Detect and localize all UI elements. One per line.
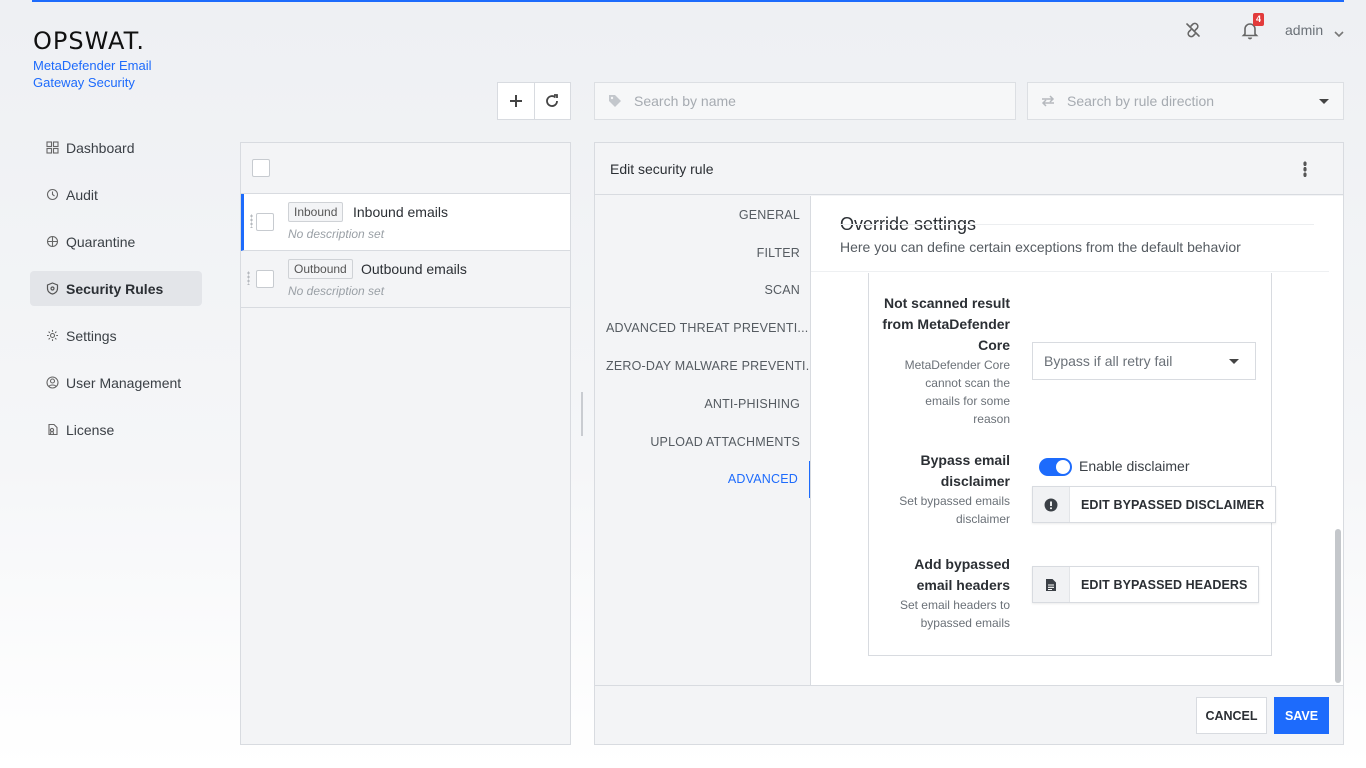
divider bbox=[840, 224, 1314, 225]
rule-direction-tag: Inbound bbox=[288, 202, 344, 222]
editor-tabs: GENERAL FILTER SCAN ADVANCED THREAT PREV… bbox=[595, 196, 811, 685]
tab-advanced[interactable]: ADVANCED bbox=[595, 460, 811, 499]
bypass-disclaimer-description: Set bypassed emails disclaimer bbox=[899, 494, 1010, 526]
not-scanned-description: MetaDefender Core cannot scan the emails… bbox=[904, 358, 1010, 426]
tab-filter[interactable]: FILTER bbox=[595, 234, 811, 272]
edit-bypassed-disclaimer-button[interactable]: EDIT BYPASSED DISCLAIMER bbox=[1032, 486, 1277, 523]
rule-direction-tag: Outbound bbox=[288, 259, 353, 279]
tab-anti-phishing[interactable]: ANTI-PHISHING bbox=[595, 385, 811, 423]
not-scanned-label: Not scanned result from MetaDefender Cor… bbox=[882, 295, 1010, 353]
gear-icon bbox=[46, 329, 59, 342]
drag-handle-icon[interactable] bbox=[247, 271, 250, 285]
license-icon bbox=[46, 423, 59, 436]
section-header: Override settings Here you can define ce… bbox=[811, 196, 1329, 272]
top-accent-line bbox=[32, 0, 1344, 2]
quarantine-icon bbox=[46, 235, 59, 248]
sidebar-item-label: License bbox=[66, 421, 115, 438]
edit-bypassed-headers-button[interactable]: EDIT BYPASSED HEADERS bbox=[1032, 566, 1260, 603]
sidebar-item-label: User Management bbox=[66, 374, 182, 391]
tab-upload-attachments[interactable]: UPLOAD ATTACHMENTS bbox=[595, 423, 811, 461]
sidebar-item-security-rules[interactable]: Security Rules bbox=[30, 271, 202, 306]
scrollbar-thumb[interactable] bbox=[1335, 529, 1341, 683]
rule-name: Outbound emails bbox=[361, 261, 467, 277]
search-by-name bbox=[594, 82, 1016, 120]
shield-icon bbox=[46, 282, 59, 295]
sidebar-item-settings[interactable]: Settings bbox=[30, 318, 202, 353]
sidebar-item-label: Security Rules bbox=[66, 280, 164, 297]
tab-content: Override settings Here you can define ce… bbox=[810, 196, 1343, 685]
dashboard-icon bbox=[46, 141, 59, 154]
enable-disclaimer-toggle[interactable] bbox=[1039, 458, 1072, 476]
audit-icon bbox=[46, 188, 59, 201]
rule-row-outbound[interactable]: Outbound Outbound emails No description … bbox=[241, 251, 570, 308]
panel-resize-handle[interactable] bbox=[581, 392, 583, 436]
sidebar-item-label: Settings bbox=[66, 327, 117, 344]
bypass-headers-label: Add bypassed email headers bbox=[914, 556, 1010, 593]
editor-footer: CANCEL SAVE bbox=[595, 685, 1343, 744]
sidebar-item-quarantine[interactable]: Quarantine bbox=[30, 224, 202, 259]
dropdown-caret-icon bbox=[1229, 359, 1239, 364]
cancel-button[interactable]: CANCEL bbox=[1196, 697, 1267, 734]
sidebar-item-label: Audit bbox=[66, 186, 98, 203]
select-value: Bypass if all retry fail bbox=[1044, 353, 1173, 369]
chevron-down-icon[interactable] bbox=[1334, 25, 1344, 43]
not-scanned-result-select[interactable]: Bypass if all retry fail bbox=[1032, 342, 1256, 380]
product-name: MetaDefender Email Gateway Security bbox=[33, 58, 152, 90]
bypass-disclaimer-label: Bypass email disclaimer bbox=[920, 452, 1011, 489]
select-all-checkbox[interactable] bbox=[252, 159, 270, 177]
tag-icon bbox=[609, 95, 621, 107]
tab-scan[interactable]: SCAN bbox=[595, 272, 811, 310]
swap-arrows-icon bbox=[1041, 95, 1055, 107]
tab-advanced-threat-prevention[interactable]: ADVANCED THREAT PREVENTI... bbox=[595, 309, 811, 347]
search-by-direction[interactable] bbox=[1027, 82, 1344, 120]
button-label: EDIT BYPASSED HEADERS bbox=[1081, 577, 1248, 592]
user-menu-name[interactable]: admin bbox=[1285, 22, 1323, 38]
logo: OPSWAT. MetaDefender Email Gateway Secur… bbox=[33, 27, 152, 91]
edit-rule-panel: Edit security rule GENERAL FILTER SCAN A… bbox=[594, 142, 1344, 745]
enable-disclaimer-label: Enable disclaimer bbox=[1079, 458, 1190, 474]
tab-zero-day-malware-prevention[interactable]: ZERO-DAY MALWARE PREVENTI... bbox=[595, 347, 811, 385]
search-direction-input[interactable] bbox=[1067, 93, 1307, 109]
plus-icon bbox=[509, 95, 522, 107]
sidebar-item-label: Quarantine bbox=[66, 233, 136, 250]
document-icon bbox=[1033, 567, 1070, 602]
more-options-icon[interactable] bbox=[1303, 161, 1307, 177]
rules-list-header bbox=[241, 143, 570, 194]
rule-description: No description set bbox=[288, 284, 385, 298]
refresh-icon bbox=[546, 94, 559, 107]
button-label: EDIT BYPASSED DISCLAIMER bbox=[1081, 497, 1265, 512]
search-name-input[interactable] bbox=[634, 93, 934, 109]
bypass-headers-description: Set email headers to bypassed emails bbox=[899, 598, 1010, 630]
sidebar-item-audit[interactable]: Audit bbox=[30, 177, 202, 212]
editor-header: Edit security rule bbox=[595, 143, 1343, 195]
rule-description: No description set bbox=[288, 227, 385, 241]
tab-general[interactable]: GENERAL bbox=[595, 196, 811, 234]
sidebar-item-user-management[interactable]: User Management bbox=[30, 365, 202, 400]
sidebar-item-label: Dashboard bbox=[66, 139, 135, 156]
rule-row-inbound[interactable]: Inbound Inbound emails No description se… bbox=[241, 194, 570, 251]
editor-title: Edit security rule bbox=[610, 160, 714, 177]
logo-wordmark: OPSWAT. bbox=[33, 27, 146, 55]
sidebar-item-license[interactable]: License bbox=[30, 412, 202, 447]
user-icon bbox=[46, 376, 59, 389]
rule-checkbox[interactable] bbox=[256, 270, 274, 288]
unlink-icon[interactable] bbox=[1183, 20, 1203, 40]
sidebar: Dashboard Audit Quarantine Security Rule… bbox=[30, 130, 202, 459]
refresh-button[interactable] bbox=[533, 83, 570, 119]
rule-checkbox[interactable] bbox=[256, 213, 274, 231]
rule-name: Inbound emails bbox=[353, 204, 448, 220]
add-rule-button[interactable] bbox=[498, 83, 534, 119]
dropdown-caret-icon bbox=[1319, 99, 1329, 104]
alert-circle-icon bbox=[1033, 487, 1070, 522]
sidebar-item-dashboard[interactable]: Dashboard bbox=[30, 130, 202, 165]
notification-badge: 4 bbox=[1253, 13, 1264, 26]
rules-toolbar bbox=[497, 82, 571, 120]
section-subtitle: Here you can define certain exceptions f… bbox=[840, 239, 1241, 255]
rules-list: Inbound Inbound emails No description se… bbox=[240, 142, 571, 745]
drag-handle-icon[interactable] bbox=[250, 214, 253, 228]
save-button[interactable]: SAVE bbox=[1274, 697, 1329, 734]
toggle-knob bbox=[1056, 460, 1070, 474]
